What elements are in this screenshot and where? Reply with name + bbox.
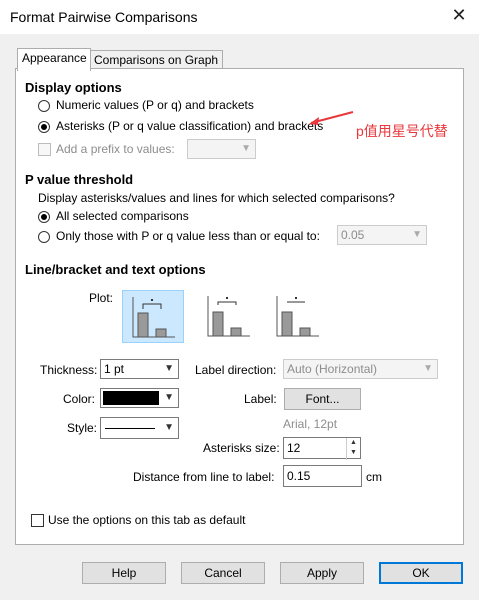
chevron-down-icon: ▼ xyxy=(412,229,422,240)
distance-label: Distance from line to label: xyxy=(133,470,275,484)
asterisks-size-label: Asterisks size: xyxy=(203,441,280,455)
threshold-value: 0.05 xyxy=(341,228,365,242)
label-direction-value: Auto (Horizontal) xyxy=(287,362,378,376)
style-label: Style: xyxy=(67,421,98,435)
bracket-bar-icon xyxy=(207,296,250,337)
chevron-down-icon: ▼ xyxy=(164,422,174,433)
label-label: Label: xyxy=(244,392,277,406)
label-direction-label: Label direction: xyxy=(195,363,277,377)
cancel-button[interactable]: Cancel xyxy=(181,562,265,584)
thickness-value: 1 pt xyxy=(104,362,125,376)
p-threshold-question: Display asterisks/values and lines for w… xyxy=(38,191,395,205)
spinner-arrows[interactable]: ▲ ▼ xyxy=(346,438,360,460)
chevron-down-icon: ▼ xyxy=(423,363,433,374)
numeric-values-label: Numeric values (P or q) and brackets xyxy=(56,98,254,112)
chevron-down-icon: ▼ xyxy=(241,143,251,154)
asterisks-size-value: 12 xyxy=(287,441,301,455)
all-comparisons-label: All selected comparisons xyxy=(56,209,189,223)
use-default-label: Use the options on this tab as default xyxy=(48,513,246,527)
threshold-select[interactable]: 0.05 ▼ xyxy=(337,225,427,245)
spin-up-icon[interactable]: ▲ xyxy=(347,438,360,448)
asterisks-radio[interactable] xyxy=(38,121,50,133)
help-button[interactable]: Help xyxy=(82,562,166,584)
chevron-down-icon: ▼ xyxy=(164,392,174,403)
only-threshold-radio[interactable] xyxy=(38,231,50,243)
annotation-text: p值用星号代替 xyxy=(356,123,448,139)
all-comparisons-radio[interactable] xyxy=(38,211,50,223)
color-swatch xyxy=(103,391,159,405)
line-options-heading: Line/bracket and text options xyxy=(25,262,206,277)
add-prefix-label: Add a prefix to values: xyxy=(56,142,175,156)
use-default-checkbox[interactable] xyxy=(31,514,44,527)
bracket-bar-icon xyxy=(132,297,175,338)
color-label: Color: xyxy=(63,392,96,406)
spin-down-icon[interactable]: ▼ xyxy=(347,448,360,458)
tab-appearance[interactable]: Appearance xyxy=(17,48,91,71)
display-options-heading: Display options xyxy=(25,80,122,95)
line-style-select[interactable]: ▼ xyxy=(100,417,179,439)
only-threshold-label: Only those with P or q value less than o… xyxy=(56,229,320,243)
distance-input[interactable]: 0.15 xyxy=(283,465,362,487)
thickness-select[interactable]: 1 pt ▼ xyxy=(100,359,179,379)
font-description: Arial, 12pt xyxy=(283,417,338,431)
p-threshold-heading: P value threshold xyxy=(25,172,134,187)
annotation-arrow xyxy=(309,111,354,125)
distance-unit: cm xyxy=(366,470,382,484)
ok-button[interactable]: OK xyxy=(379,562,463,584)
distance-value: 0.15 xyxy=(287,469,311,483)
prefix-select[interactable]: ▼ xyxy=(187,139,256,159)
plot-option-line-only[interactable] xyxy=(267,290,329,343)
asterisks-size-spinner[interactable]: 12 ▲ ▼ xyxy=(283,437,361,460)
apply-button[interactable]: Apply xyxy=(280,562,364,584)
plot-label: Plot: xyxy=(89,291,114,305)
numeric-values-radio[interactable] xyxy=(38,100,50,112)
add-prefix-checkbox[interactable] xyxy=(38,143,51,156)
thickness-label: Thickness: xyxy=(40,363,98,377)
plot-option-bracket-full[interactable] xyxy=(122,290,184,343)
plot-option-bracket-short[interactable] xyxy=(198,290,260,343)
font-button[interactable]: Font... xyxy=(284,388,361,410)
label-direction-select[interactable]: Auto (Horizontal) ▼ xyxy=(283,359,438,379)
tab-comparisons-on-graph[interactable]: Comparisons on Graph xyxy=(89,50,224,70)
bracket-bar-icon xyxy=(276,296,319,337)
color-select[interactable]: ▼ xyxy=(100,388,179,408)
window-title: Format Pairwise Comparisons xyxy=(10,9,198,25)
close-icon[interactable]: ✕ xyxy=(448,4,470,26)
asterisks-label: Asterisks (P or q value classification) … xyxy=(56,119,324,133)
chevron-down-icon: ▼ xyxy=(164,363,174,374)
solid-line-icon xyxy=(105,428,155,429)
